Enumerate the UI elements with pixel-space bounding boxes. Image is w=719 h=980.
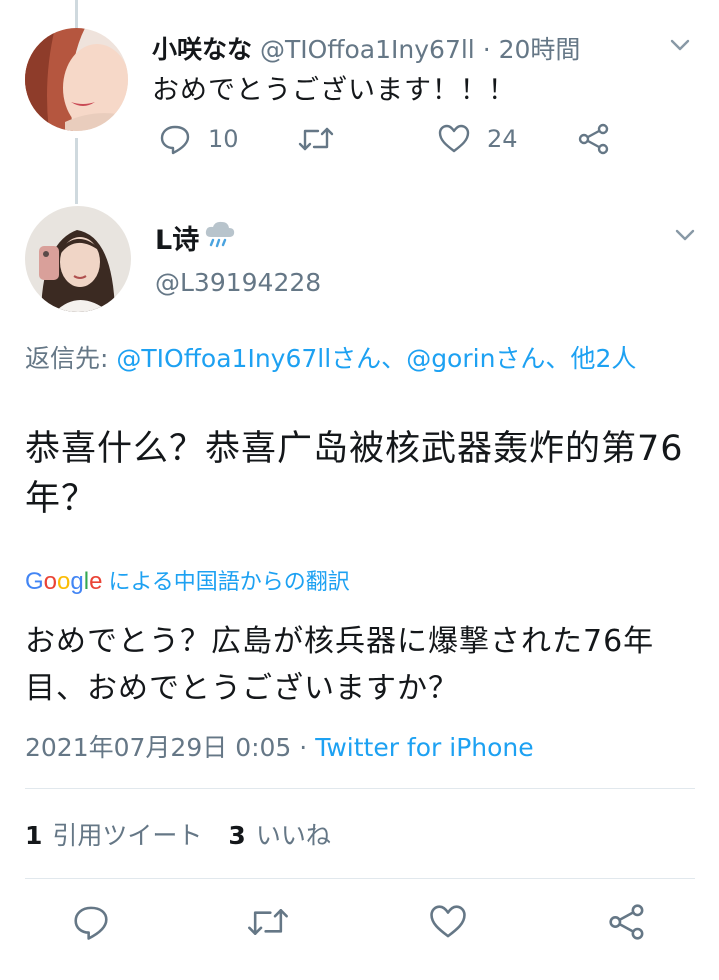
timestamp-separator: · [291, 733, 316, 762]
translation-label: による中国語からの翻訳 [108, 570, 350, 595]
retweet-icon[interactable] [247, 902, 289, 946]
replying-to-prefix: 返信先: [25, 344, 117, 373]
replying-to: 返信先: @TIOffoa1Iny67llさん、@gorinさん、他2人 [25, 340, 705, 378]
tweet-timestamp: 2021年07月29日 0:05 · Twitter for iPhone [25, 728, 534, 764]
quote-label: 引用ツイート [52, 821, 203, 850]
divider [25, 788, 695, 789]
user-handle[interactable]: @L39194228 [155, 268, 321, 297]
mention-others-link[interactable]: 他2人 [570, 344, 636, 373]
like-label: いいね [255, 821, 331, 850]
quote-count: 1 [25, 821, 43, 850]
tweet-text: 恭喜什么？恭喜广岛被核武器轰炸的第76年？ [25, 429, 684, 519]
user-handle[interactable]: @TIOffoa1Iny67ll [260, 35, 475, 64]
translation-attribution[interactable]: Google による中国語からの翻訳 [25, 564, 350, 596]
like-icon[interactable] [428, 902, 468, 946]
reply-icon [158, 122, 192, 156]
quote-tweets-stat[interactable]: 1 引用ツイート [25, 816, 202, 852]
reply-count: 10 [208, 125, 239, 153]
tweet-text: おめでとうございます！！！ [152, 75, 516, 106]
chevron-down-icon[interactable] [667, 32, 693, 58]
source-link[interactable]: Twitter for iPhone [315, 733, 533, 762]
like-button[interactable]: 24 [437, 122, 518, 156]
tweet-stats: 1 引用ツイート 3 いいね [25, 816, 331, 852]
thread-line [75, 138, 78, 204]
avatar[interactable] [25, 206, 131, 312]
relative-time[interactable]: 20時間 [499, 35, 581, 64]
google-logo: Google [25, 568, 103, 595]
chevron-down-icon[interactable] [672, 222, 698, 248]
tweet-actions [0, 902, 719, 952]
like-count: 3 [228, 821, 246, 850]
rain-cloud-emoji [203, 219, 237, 256]
mention-link[interactable]: @TIOffoa1Iny67llさん [116, 344, 381, 373]
mention-link[interactable]: @gorinさん [406, 344, 545, 373]
divider [25, 878, 695, 879]
mention-separator: 、 [545, 344, 571, 373]
share-button[interactable] [576, 122, 612, 156]
share-icon[interactable] [606, 902, 648, 946]
reply-header: 小咲なな @TIOffoa1Iny67ll · 20時間 [152, 30, 580, 66]
reply-icon[interactable] [71, 902, 111, 946]
avatar[interactable] [25, 28, 128, 131]
display-name-text: L诗 [155, 225, 200, 256]
share-icon [576, 122, 612, 156]
like-count: 24 [487, 125, 518, 153]
like-icon [437, 122, 471, 156]
thread-line [75, 0, 78, 28]
retweet-button[interactable] [298, 122, 334, 156]
meta-separator: · [482, 35, 491, 64]
display-name[interactable]: L诗 [155, 218, 237, 257]
tweet-actions: 10 24 [152, 122, 632, 166]
likes-stat[interactable]: 3 いいね [228, 816, 330, 852]
translated-text: おめでとう？広島が核兵器に爆撃された76年目、おめでとうございますか？ [25, 624, 655, 706]
reply-button[interactable]: 10 [158, 122, 239, 156]
mention-separator: 、 [381, 344, 407, 373]
retweet-icon [298, 122, 334, 156]
display-name[interactable]: 小咲なな [152, 35, 252, 64]
timestamp-date: 2021年07月29日 0:05 [25, 733, 292, 762]
